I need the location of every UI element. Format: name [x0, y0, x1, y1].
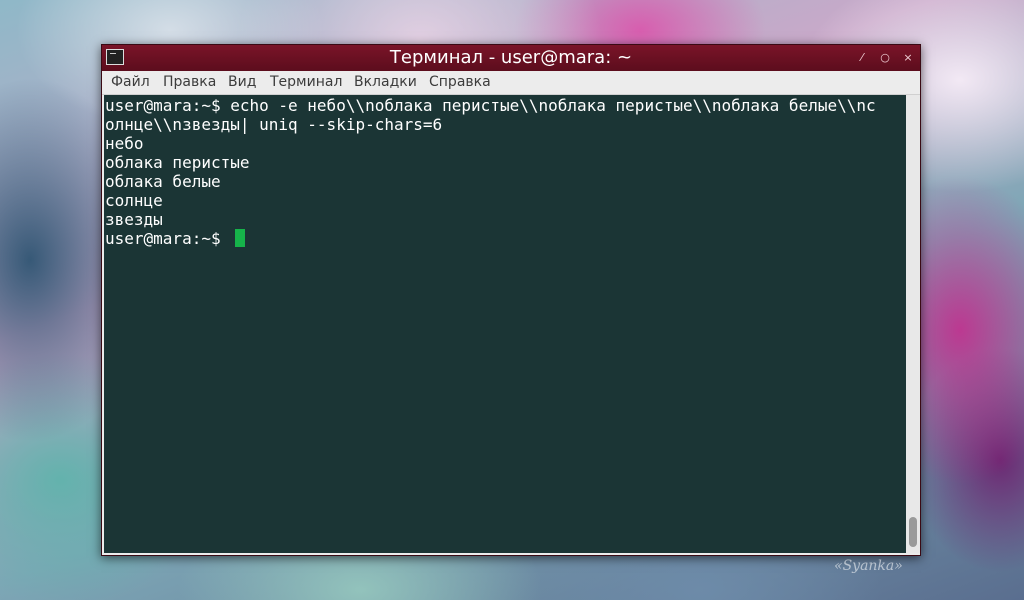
terminal-line: олнце\\nзвезды| uniq --skip-chars=6	[105, 115, 443, 134]
terminal-line: небо	[105, 134, 144, 153]
terminal-cursor	[235, 229, 245, 247]
menu-help[interactable]: Справка	[429, 74, 491, 91]
terminal-line: звезды	[105, 210, 163, 229]
scrollbar-thumb[interactable]	[909, 517, 917, 547]
terminal-line: облака белые	[105, 172, 221, 191]
maximize-icon[interactable]: ○	[877, 50, 893, 66]
wallpaper-watermark: «Syanka»	[834, 558, 903, 574]
menu-tabs[interactable]: Вкладки	[354, 74, 417, 91]
terminal-prompt: user@mara:~$	[105, 229, 231, 248]
window-title: Терминал - user@mara: ~	[389, 47, 633, 68]
minimize-icon[interactable]: ⁄	[854, 50, 870, 66]
terminal-line: облака перистые	[105, 153, 250, 172]
scrollbar[interactable]	[906, 95, 920, 553]
menu-terminal[interactable]: Терминал	[270, 74, 342, 91]
menu-edit[interactable]: Правка	[163, 74, 216, 91]
menu-view[interactable]: Вид	[228, 74, 256, 91]
menu-bar: Файл Правка Вид Терминал Вкладки Справка	[102, 71, 920, 95]
close-icon[interactable]: ×	[900, 50, 916, 66]
terminal-window: Терминал - user@mara: ~ ⁄ ○ × Файл Правк…	[101, 44, 921, 556]
terminal-line: солнце	[105, 191, 163, 210]
terminal-line: user@mara:~$ echo -e небо\\nоблака перис…	[105, 96, 876, 115]
terminal-output[interactable]: user@mara:~$ echo -e небо\\nоблака перис…	[104, 95, 906, 553]
title-bar[interactable]: Терминал - user@mara: ~ ⁄ ○ ×	[102, 45, 920, 71]
menu-file[interactable]: Файл	[111, 74, 150, 91]
